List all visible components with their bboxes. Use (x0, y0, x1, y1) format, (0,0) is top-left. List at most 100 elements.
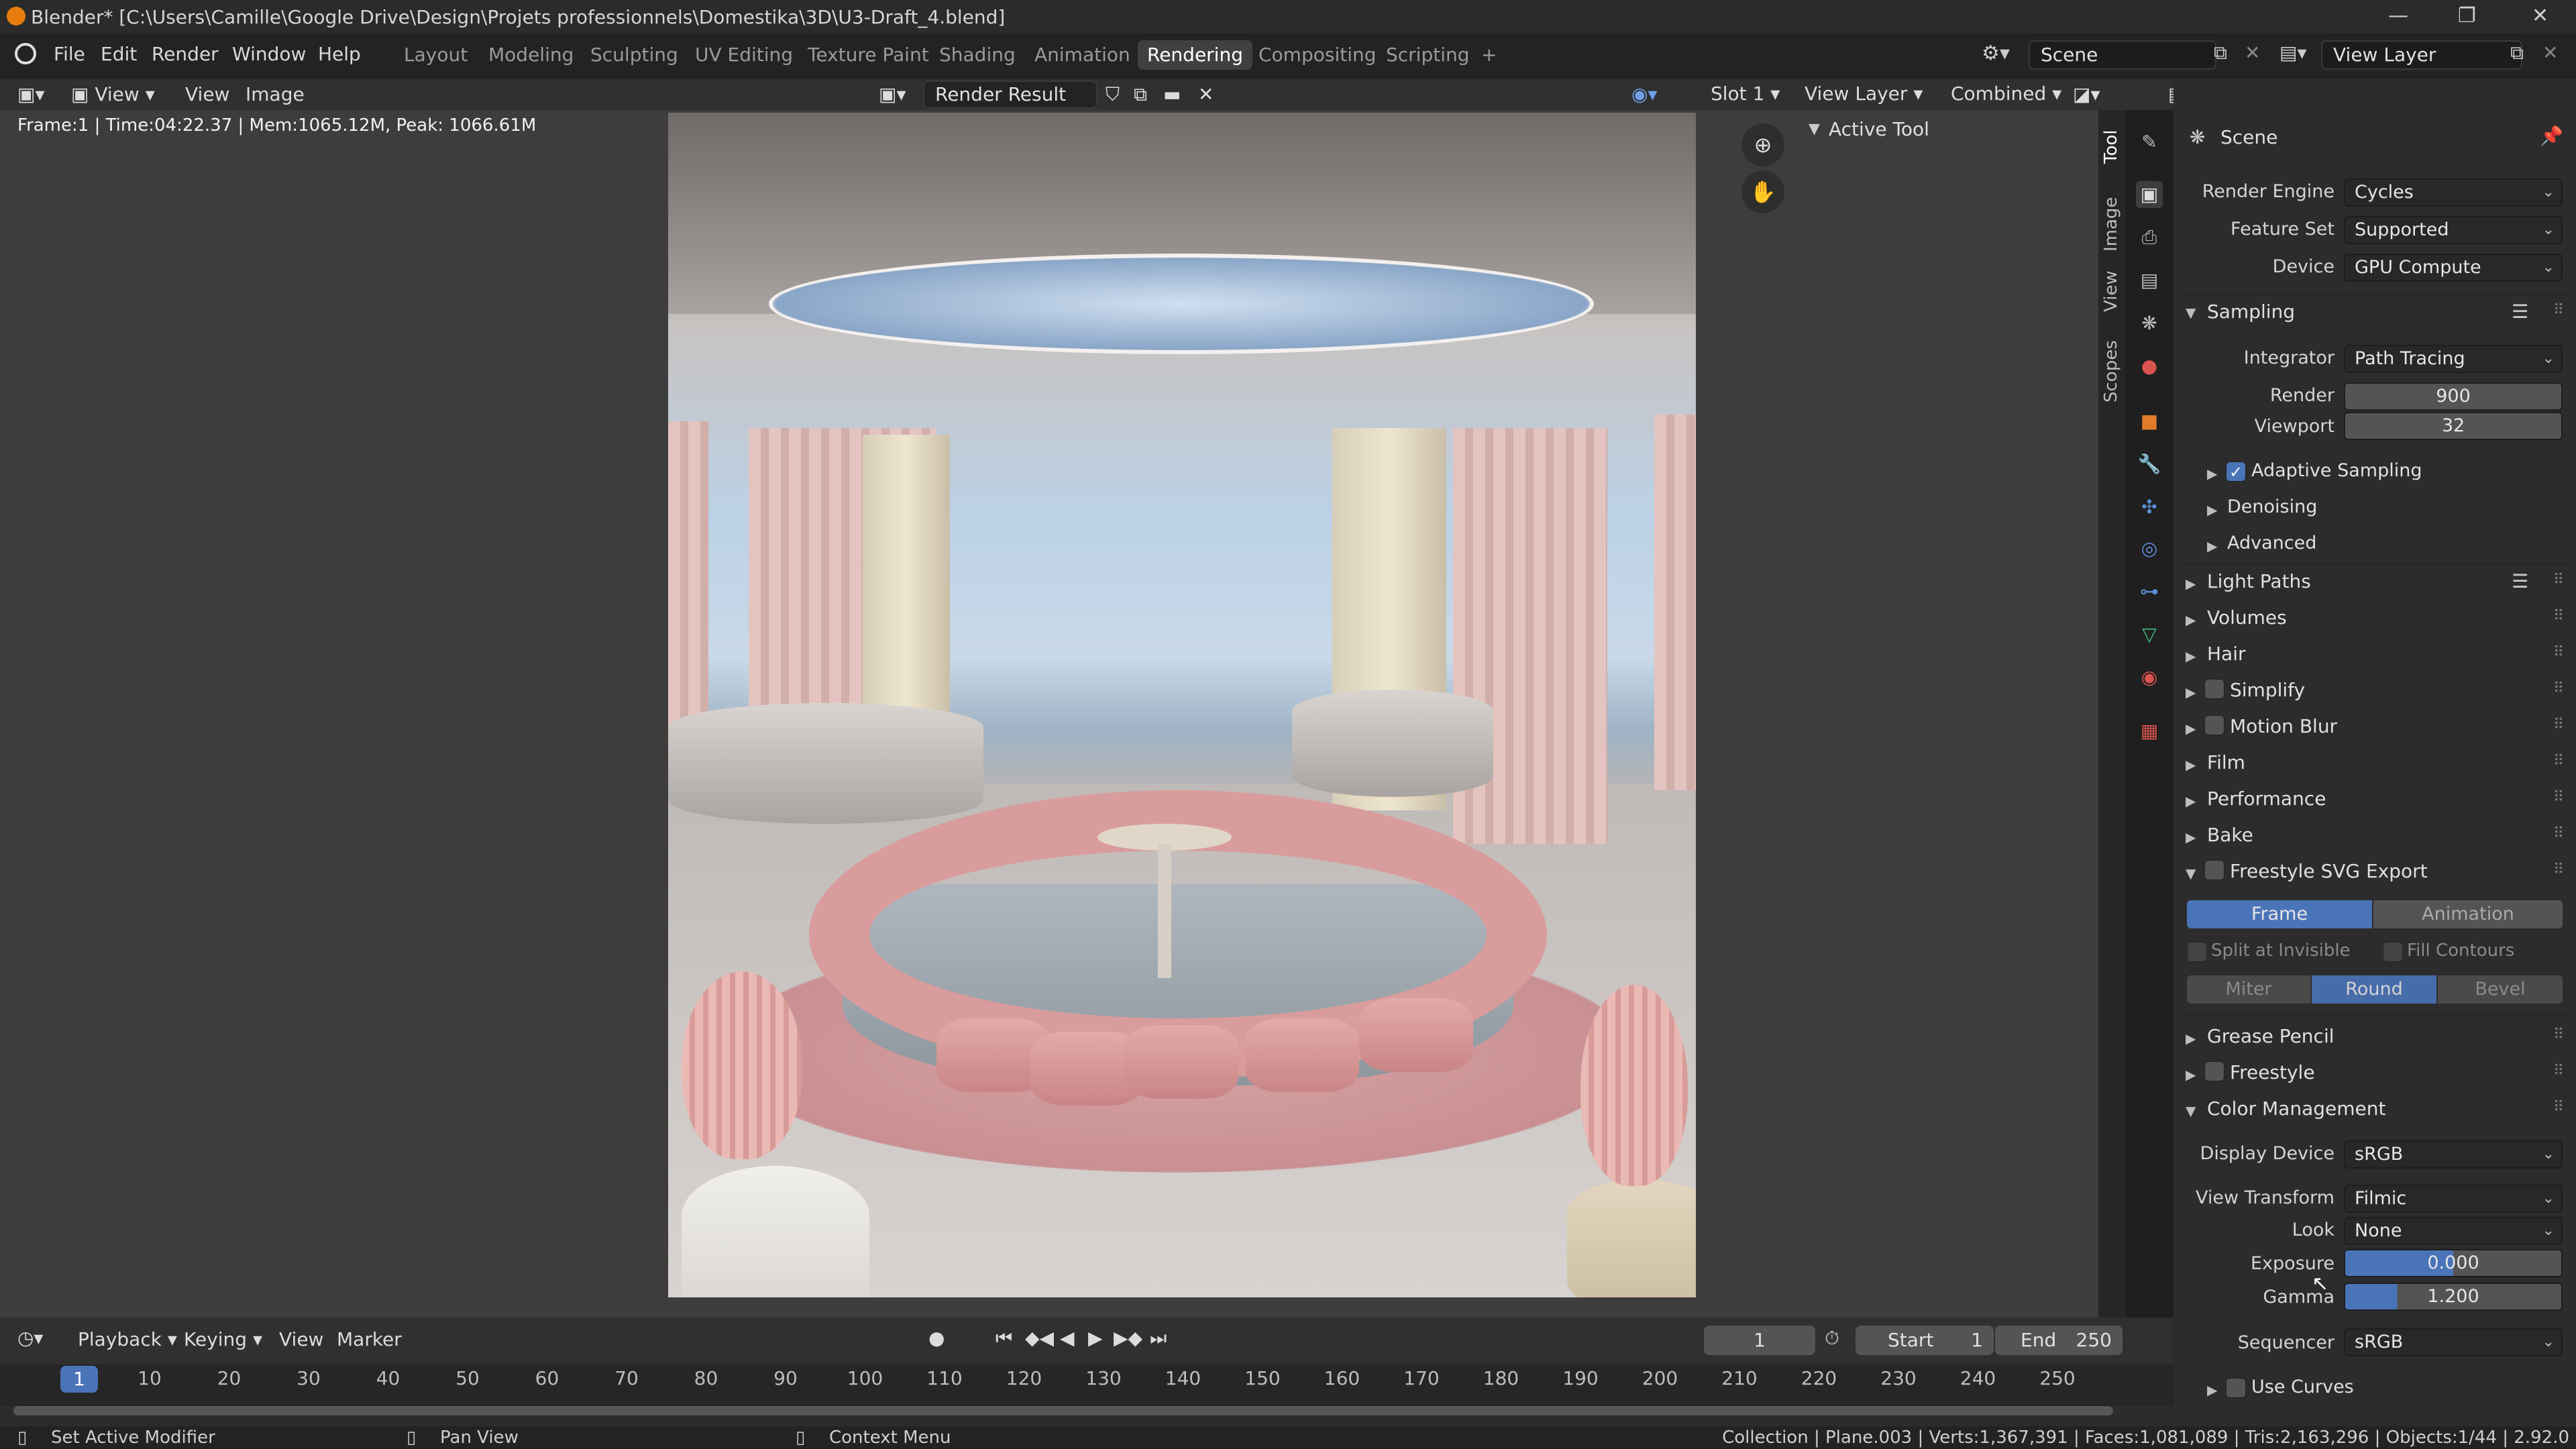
timeline-scrollbar[interactable] (13, 1406, 2113, 1415)
editor-type-icon[interactable]: ▣▾ (17, 83, 45, 105)
performance-header[interactable]: Performance (2207, 788, 2326, 810)
freestyle-svg-checkbox[interactable] (2204, 860, 2224, 880)
menu-keying[interactable]: Keying ▾ (184, 1328, 262, 1350)
tab-tool[interactable]: Tool (2101, 123, 2123, 170)
drag-handle-icon[interactable]: ⠿ (2553, 608, 2564, 625)
zoom-icon[interactable]: ⊕ (1741, 123, 1784, 166)
blender-menu-icon[interactable] (15, 43, 36, 64)
device-dropdown[interactable]: GPU Compute ⌄ (2344, 254, 2563, 282)
split-invisible-label[interactable]: Split at Invisible (2211, 941, 2351, 961)
hair-expand-icon[interactable]: ▶ (2186, 648, 2196, 664)
motion-blur-header[interactable]: Motion Blur (2230, 715, 2337, 737)
view-layer-field[interactable]: View Layer (2321, 40, 2522, 70)
drag-handle-icon[interactable]: ⠿ (2553, 716, 2564, 733)
tool-tab-icon[interactable]: ✎ (2136, 129, 2163, 156)
next-keyframe-icon[interactable]: ▶◆ (1114, 1327, 1142, 1349)
timeline-editor-type-icon[interactable]: ◷▾ (17, 1327, 44, 1349)
advanced-expand-icon[interactable]: ▶ (2207, 538, 2217, 554)
render-tab-icon[interactable]: ▣ (2136, 181, 2163, 208)
sequencer-dropdown[interactable]: sRGB ⌄ (2344, 1328, 2563, 1356)
view-mode-dropdown[interactable]: ▣ View ▾ (71, 83, 155, 105)
view-layer-browse-icon[interactable]: ▤▾ (2279, 42, 2307, 64)
layer-dropdown[interactable]: View Layer ▾ (1805, 82, 1923, 107)
slot-dropdown[interactable]: Slot 1 ▾ (1711, 82, 1780, 107)
exposure-slider[interactable]: 0.000 (2344, 1249, 2563, 1277)
adaptive-sampling-label[interactable]: Adaptive Sampling (2251, 460, 2422, 481)
tab-animation[interactable]: Animation (1025, 40, 1140, 70)
light-paths-header[interactable]: Light Paths (2207, 570, 2311, 592)
gizmo-toggle-icon[interactable]: ◉▾ (1631, 83, 1658, 105)
tab-shading[interactable]: Shading (930, 40, 1025, 70)
freestyle-checkbox[interactable] (2204, 1061, 2224, 1081)
menu-image[interactable]: Image (246, 83, 305, 105)
open-image-icon[interactable]: ▬ (1163, 83, 1181, 105)
render-samples-field[interactable]: 900 (2344, 382, 2563, 411)
tab-layout[interactable]: Layout (394, 40, 477, 70)
freestyle-expand-icon[interactable]: ▶ (2186, 1067, 2196, 1083)
tab-uv-editing[interactable]: UV Editing (686, 40, 802, 70)
split-invisible-checkbox[interactable] (2187, 942, 2207, 962)
menu-file[interactable]: File (54, 43, 85, 65)
add-workspace-icon[interactable]: + (1472, 40, 1506, 70)
image-name-field[interactable]: Render Result (923, 80, 1097, 109)
drag-handle-icon[interactable]: ⠿ (2553, 825, 2564, 842)
close-icon[interactable]: ✕ (2532, 4, 2548, 28)
grease-pencil-expand-icon[interactable]: ▶ (2186, 1030, 2196, 1046)
particles-tab-icon[interactable]: ✣ (2136, 494, 2163, 521)
jump-start-icon[interactable]: ⏮ (996, 1327, 1012, 1350)
gamma-slider[interactable]: 1.200 (2344, 1283, 2563, 1311)
scene-remove-icon[interactable]: ✕ (2245, 42, 2260, 64)
simplify-expand-icon[interactable]: ▶ (2186, 684, 2196, 700)
active-tool-header[interactable]: Active Tool (1805, 118, 1929, 140)
bake-header[interactable]: Bake (2207, 824, 2253, 846)
record-icon[interactable]: ● (928, 1327, 945, 1349)
film-header[interactable]: Film (2207, 751, 2245, 773)
join-round[interactable]: Round (2312, 975, 2436, 1004)
drag-handle-icon[interactable]: ⠿ (2553, 1099, 2564, 1116)
viewport-samples-field[interactable]: 32 (2344, 412, 2563, 440)
freestyle-svg-header[interactable]: Freestyle SVG Export (2230, 860, 2428, 882)
scene-field[interactable]: Scene (2029, 40, 2216, 70)
constraints-tab-icon[interactable]: ⊶ (2136, 578, 2163, 605)
end-frame-field[interactable]: End 250 (1995, 1326, 2123, 1355)
motion-blur-expand-icon[interactable]: ▶ (2186, 720, 2196, 737)
object-tab-icon[interactable]: ■ (2136, 408, 2163, 435)
film-expand-icon[interactable]: ▶ (2186, 757, 2196, 773)
adaptive-expand-icon[interactable]: ▶ (2207, 466, 2217, 482)
scene-copy-icon[interactable]: ⧉ (2214, 42, 2227, 64)
output-tab-icon[interactable]: ⎙ (2136, 224, 2163, 251)
jump-end-icon[interactable]: ⏭ (1150, 1327, 1167, 1350)
drag-handle-icon[interactable]: ⠿ (2553, 680, 2564, 697)
restore-icon[interactable]: ❐ (2458, 4, 2476, 28)
physics-tab-icon[interactable]: ◎ (2136, 535, 2163, 562)
svg-mode-animation[interactable]: Animation (2373, 900, 2563, 928)
color-management-expand-icon[interactable]: ▼ (2186, 1103, 2196, 1119)
view-layer-tab-icon[interactable]: ▤ (2136, 267, 2163, 294)
display-channels-icon[interactable]: ◪▾ (2073, 83, 2100, 105)
material-tab-icon[interactable]: ◉ (2136, 664, 2163, 691)
start-frame-field[interactable]: Start 1 (1856, 1326, 1994, 1355)
view-layer-remove-icon[interactable]: ✕ (2542, 42, 2558, 64)
svg-mode-frame[interactable]: Frame (2187, 900, 2372, 928)
modifier-tab-icon[interactable]: 🔧 (2136, 451, 2163, 478)
pass-dropdown[interactable]: Combined ▾ (1951, 82, 2061, 107)
menu-window[interactable]: Window (232, 43, 306, 65)
fill-contours-label[interactable]: Fill Contours (2407, 941, 2514, 961)
tab-rendering[interactable]: Rendering (1138, 40, 1252, 70)
simplify-checkbox[interactable] (2204, 679, 2224, 699)
simplify-header[interactable]: Simplify (2230, 679, 2305, 701)
feature-set-dropdown[interactable]: Supported ⌄ (2344, 216, 2563, 244)
menu-view[interactable]: View (185, 83, 229, 105)
render-engine-dropdown[interactable]: Cycles ⌄ (2344, 178, 2563, 207)
drag-handle-icon[interactable]: ⠿ (2553, 1026, 2564, 1043)
menu-render[interactable]: Render (152, 43, 219, 65)
advanced-header[interactable]: Advanced (2227, 533, 2316, 553)
sampling-panel-header[interactable]: Sampling (2207, 301, 2295, 323)
motion-blur-checkbox[interactable] (2204, 715, 2224, 735)
fill-contours-checkbox[interactable] (2383, 942, 2403, 962)
new-image-icon[interactable]: ⧉ (1134, 83, 1147, 106)
drag-handle-icon[interactable]: ⠿ (2553, 644, 2564, 661)
menu-marker[interactable]: Marker (337, 1328, 402, 1350)
drag-handle-icon[interactable]: ⠿ (2553, 789, 2564, 806)
performance-expand-icon[interactable]: ▶ (2186, 793, 2196, 809)
